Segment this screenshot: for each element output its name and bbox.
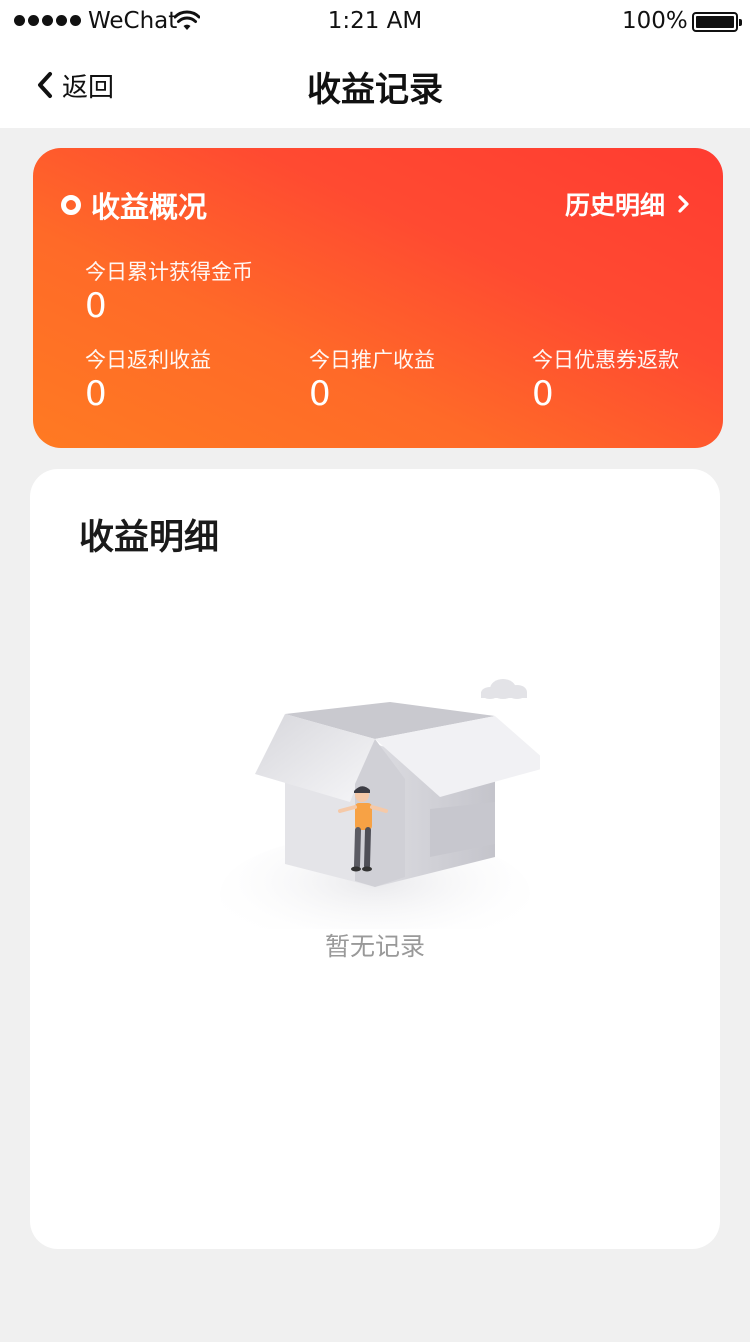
stat-label: 今日返利收益 <box>85 348 211 372</box>
chevron-right-icon <box>678 195 689 213</box>
summary-header: 收益概况 <box>61 184 207 226</box>
earnings-summary-card: 收益概况 历史明细 今日累计获得金币 0 今日返利收益 0 今日推广收益 0 今… <box>33 148 723 448</box>
stat-label: 今日推广收益 <box>309 348 435 372</box>
stat-label: 今日优惠券返款 <box>532 348 679 372</box>
battery-icon <box>692 12 742 32</box>
stat-today-coins: 今日累计获得金币 0 <box>85 256 253 324</box>
stat-value: 0 <box>85 286 107 326</box>
nav-bar: 返回 收益记录 <box>0 42 750 128</box>
summary-title: 收益概况 <box>91 190 208 224</box>
stat-today-rebate: 今日返利收益 0 <box>85 344 211 412</box>
stat-value: 0 <box>85 374 107 414</box>
history-detail-link[interactable]: 历史明细 <box>565 186 693 222</box>
detail-title: 收益明细 <box>79 518 220 558</box>
battery-percent: 100% <box>622 8 688 34</box>
stat-today-promotion: 今日推广收益 0 <box>309 344 435 412</box>
page-title: 收益记录 <box>307 70 443 110</box>
battery-fill <box>696 16 734 28</box>
stat-value: 0 <box>309 374 331 414</box>
cloud-icon <box>481 679 527 699</box>
status-bar: WeChat 1:21 AM 100% <box>0 0 750 42</box>
stat-value: 0 <box>532 374 554 414</box>
empty-box-illustration <box>220 679 540 929</box>
history-detail-label: 历史明细 <box>564 191 665 220</box>
stat-today-coupon-refund: 今日优惠券返款 0 <box>532 344 679 412</box>
earnings-detail-card: 收益明细 暂无记录 <box>30 469 720 1249</box>
stat-label: 今日累计获得金币 <box>85 260 253 284</box>
ring-bullet-icon <box>61 195 81 215</box>
empty-state-text: 暂无记录 <box>324 932 425 961</box>
